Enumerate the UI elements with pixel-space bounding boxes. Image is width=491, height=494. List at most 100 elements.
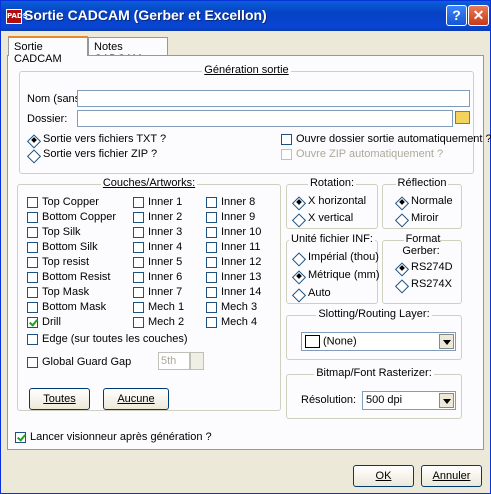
dialog-window: PADS Sortie CADCAM (Gerber et Excellon) … [0, 0, 491, 494]
layer-label: Inner 10 [221, 226, 262, 238]
layer-label: Bottom Resist [42, 271, 111, 283]
layer-label: Inner 5 [148, 256, 183, 268]
layer-checkbox[interactable] [206, 287, 217, 298]
bitmap-title: Bitmap/Font Rasterizer: [314, 367, 434, 379]
resolution-value: 500 dpi [366, 394, 403, 406]
layer-checkbox[interactable] [206, 272, 217, 283]
units-auto-radio[interactable] [294, 289, 305, 300]
layer-checkbox[interactable] [133, 212, 144, 223]
layer-checkbox[interactable] [27, 317, 38, 328]
toutes-button[interactable]: Toutes [29, 388, 90, 410]
cancel-button[interactable]: Annuler [421, 465, 482, 487]
rotation-group: Rotation: X horizontal X vertical [286, 177, 378, 229]
layer-checkbox[interactable] [133, 287, 144, 298]
help-button[interactable]: ? [446, 5, 467, 26]
resolution-label: Résolution: [301, 394, 357, 406]
layer-checkbox[interactable] [27, 212, 38, 223]
layer-checkbox[interactable] [206, 257, 217, 268]
format-title: Format Gerber: [402, 233, 442, 257]
window-title: Sortie CADCAM (Gerber et Excellon) [24, 7, 267, 23]
layer-label: Mech 1 [148, 301, 185, 313]
guard-checkbox[interactable] [27, 357, 38, 368]
nom-input[interactable] [77, 90, 470, 107]
layer-checkbox[interactable] [27, 227, 38, 238]
rotation-x-vertical-radio[interactable] [294, 214, 305, 225]
launch-viewer-label: Lancer visionneur après génération ? [30, 431, 212, 443]
txt-label: Sortie vers fichiers TXT ? [43, 133, 167, 145]
layer-checkbox[interactable] [27, 302, 38, 313]
layer-checkbox[interactable] [133, 317, 144, 328]
format-rs274d-radio[interactable] [397, 263, 408, 274]
layer-checkbox[interactable] [27, 257, 38, 268]
guard-spinner[interactable] [190, 352, 204, 370]
layer-label: Top resist [42, 256, 90, 268]
chevron-down-icon[interactable] [439, 334, 454, 349]
layer-checkbox[interactable] [206, 212, 217, 223]
layer-label: Inner 9 [221, 211, 256, 223]
layer-checkbox[interactable] [133, 242, 144, 253]
generation-title: Génération sortie [202, 64, 291, 76]
layer-checkbox[interactable] [133, 257, 144, 268]
rotation-opt2-label: X vertical [308, 212, 354, 224]
ok-button[interactable]: OK [353, 465, 414, 487]
reflection-opt2-label: Miroir [411, 212, 439, 224]
layer-label: Inner 13 [221, 271, 262, 283]
aucune-button[interactable]: Aucune [103, 388, 169, 410]
guard-value[interactable]: 5th [158, 352, 190, 370]
layer-color-swatch [305, 335, 320, 348]
close-button[interactable]: ✕ [468, 5, 489, 26]
reflection-miroir-radio[interactable] [397, 214, 408, 225]
chevron-down-icon[interactable] [439, 393, 454, 408]
layer-label: Bottom Copper [42, 211, 116, 223]
units-group: Unité fichier INF: Impérial (thou) Métri… [286, 233, 380, 304]
slotting-value: (None) [323, 335, 357, 348]
tab-panel: Génération sortie Nom (sans Dossier: Sor… [7, 55, 491, 450]
rotation-opt1-label: X horizontal [308, 195, 367, 207]
reflection-normale-radio[interactable] [397, 197, 408, 208]
zip-radio[interactable] [29, 150, 40, 161]
rotation-x-horizontal-radio[interactable] [294, 197, 305, 208]
layer-checkbox[interactable] [27, 242, 38, 253]
format-opt1-label: RS274D [411, 261, 453, 273]
layer-checkbox[interactable] [133, 302, 144, 313]
layer-checkbox[interactable] [27, 287, 38, 298]
open-zip-checkbox[interactable] [281, 149, 292, 160]
layer-checkbox[interactable] [133, 227, 144, 238]
layer-label: Inner 14 [221, 286, 262, 298]
layers-title: Couches/Artworks: [100, 177, 198, 189]
units-opt2-label: Métrique (mm) [308, 269, 380, 281]
units-metric-radio[interactable] [294, 271, 305, 282]
open-auto-checkbox[interactable] [281, 134, 292, 145]
edge-checkbox[interactable] [27, 334, 38, 345]
layer-label: Top Mask [42, 286, 90, 298]
layer-checkbox[interactable] [133, 197, 144, 208]
layer-checkbox[interactable] [206, 302, 217, 313]
layer-label: Drill [42, 316, 61, 328]
layer-label: Inner 1 [148, 196, 183, 208]
dossier-input[interactable] [77, 110, 453, 127]
layer-checkbox[interactable] [133, 272, 144, 283]
layer-checkbox[interactable] [206, 227, 217, 238]
tab-sortie-cadcam[interactable]: Sortie CADCAM [8, 36, 88, 65]
open-zip-label: Ouvre ZIP automatiquement ? [296, 148, 444, 160]
folder-icon[interactable] [455, 111, 470, 124]
resolution-select[interactable]: 500 dpi [362, 391, 456, 410]
units-imperial-radio[interactable] [294, 253, 305, 264]
slotting-group: Slotting/Routing Layer: (None) [286, 308, 462, 360]
bitmap-group: Bitmap/Font Rasterizer: Résolution: 500 … [286, 367, 462, 419]
layer-checkbox[interactable] [206, 242, 217, 253]
format-rs274x-radio[interactable] [397, 280, 408, 291]
txt-radio[interactable] [29, 135, 40, 146]
layer-checkbox[interactable] [206, 197, 217, 208]
layer-checkbox[interactable] [206, 317, 217, 328]
layer-label: Inner 6 [148, 271, 183, 283]
generation-group: Génération sortie Nom (sans Dossier: Sor… [19, 64, 491, 174]
layer-checkbox[interactable] [27, 272, 38, 283]
layer-checkbox[interactable] [27, 197, 38, 208]
slotting-select[interactable]: (None) [301, 332, 456, 351]
layer-label: Inner 4 [148, 241, 183, 253]
layer-label: Mech 4 [221, 316, 258, 328]
tab-notes-cadcam[interactable]: Notes CADCAM [88, 37, 168, 65]
launch-viewer-checkbox[interactable] [15, 432, 26, 443]
open-auto-label: Ouvre dossier sortie automatiquement ? [296, 133, 491, 145]
